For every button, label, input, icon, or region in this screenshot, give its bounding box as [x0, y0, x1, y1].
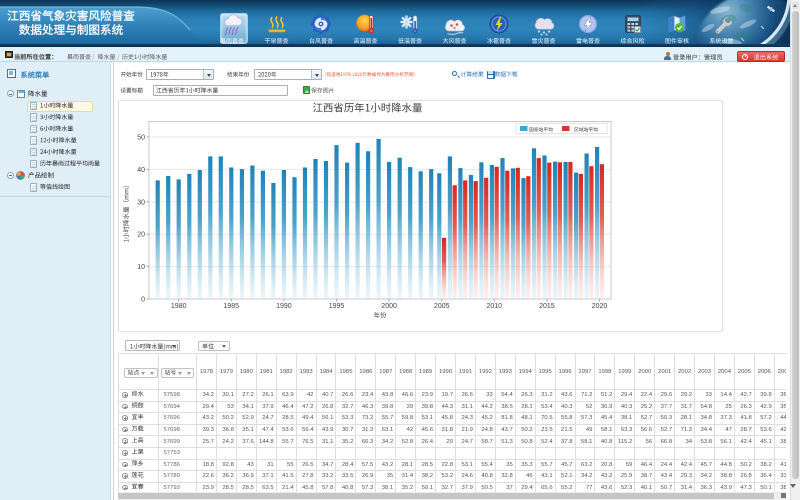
svg-text:30: 30	[137, 199, 145, 206]
svg-text:1990: 1990	[276, 303, 292, 310]
svg-text:40: 40	[137, 167, 145, 174]
svg-text:2020: 2020	[592, 303, 608, 310]
svg-text:2000: 2000	[381, 303, 397, 310]
svg-text:20: 20	[137, 232, 145, 239]
svg-text:1985: 1985	[224, 303, 240, 310]
svg-text:2010: 2010	[487, 303, 503, 310]
svg-text:1980: 1980	[171, 303, 187, 310]
svg-text:0: 0	[141, 297, 145, 304]
svg-text:50: 50	[137, 135, 145, 142]
svg-text:2005: 2005	[434, 303, 450, 310]
svg-text:2015: 2015	[539, 303, 555, 310]
svg-text:10: 10	[137, 264, 145, 271]
svg-text:1995: 1995	[329, 303, 345, 310]
